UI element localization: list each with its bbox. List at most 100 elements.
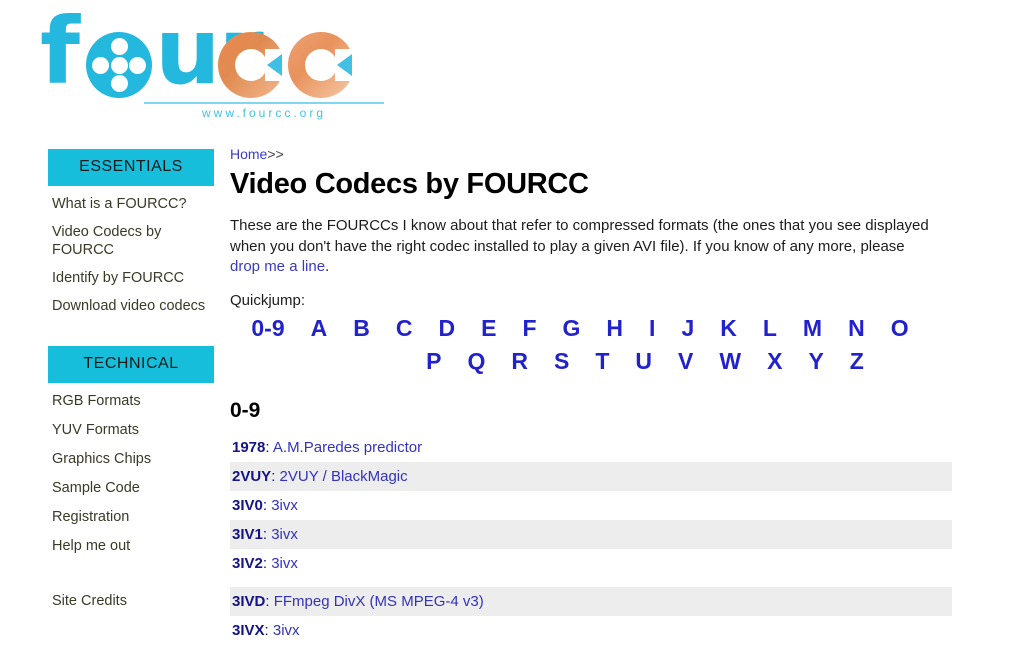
sidebar-item-download-video-codecs[interactable]: Download video codecs [48,292,214,320]
quickjump-label: Quickjump: [230,291,306,309]
quickjump-link-b[interactable]: B [353,315,370,342]
breadcrumb-home-link[interactable]: Home [230,146,267,162]
logo-url-text: www.fourcc.org [201,106,327,120]
codec-link: 3IVD: FFmpeg DivX (MS MPEG-4 v3) [232,593,484,610]
codec-row[interactable]: 3IV1: 3ivx [230,519,952,549]
codec-row[interactable]: 3IVD: FFmpeg DivX (MS MPEG-4 v3) [230,586,952,616]
codec-description: 3ivx [271,496,298,514]
quickjump-link-r[interactable]: R [511,348,528,375]
codec-description: FFmpeg DivX (MS MPEG-4 v3) [273,592,484,610]
codec-colon: : [271,467,280,485]
sidebar-item-rgb-formats[interactable]: RGB Formats [48,387,214,416]
logo-underline [144,102,384,104]
codec-colon: : [265,592,274,610]
codec-row[interactable]: 3IVX: 3ivx [230,616,952,645]
codec-colon: : [262,554,272,572]
codec-row[interactable]: 3IV0: 3ivx [230,491,952,520]
quickjump-link-y[interactable]: Y [808,348,823,375]
reel-hole-right [129,56,146,74]
sidebar-links-technical: RGB Formats YUV Formats Graphics Chips S… [48,383,214,616]
quickjump-link-q[interactable]: Q [467,348,485,375]
quickjump-link-v[interactable]: V [678,348,693,375]
quickjump-link-f[interactable]: F [522,315,536,342]
quickjump-link-a[interactable]: A [311,315,328,342]
reel-hole-center [110,56,128,74]
quickjump-link-j[interactable]: J [681,315,694,342]
codec-description: 3ivx [272,621,300,639]
film-reel-icon [86,32,152,98]
site-logo[interactable]: f ur www.fourcc.org [40,6,384,126]
quickjump-link-i[interactable]: I [649,315,655,342]
quickjump-link-t[interactable]: T [595,348,609,375]
quickjump-link-g[interactable]: G [563,315,581,342]
codec-list: 1978: A.M.Paredes predictor 2VUY: 2VUY /… [230,433,952,645]
codec-row[interactable]: 1978: A.M.Paredes predictor [230,433,952,462]
quickjump-link-x[interactable]: X [767,348,782,375]
quickjump-link-p[interactable]: P [426,348,441,375]
sidebar-item-help-me-out[interactable]: Help me out [48,532,214,561]
codec-code: 3IVX [232,621,265,639]
codec-code: 3IV2 [232,554,263,572]
codec-colon: : [262,496,272,514]
quickjump-link-n[interactable]: N [848,315,865,342]
intro-paragraph: These are the FOURCCs I know about that … [230,216,930,278]
codec-code: 3IVD [232,592,266,610]
codec-link: 1978: A.M.Paredes predictor [232,439,422,456]
quickjump-link-o[interactable]: O [891,315,909,342]
quickjump-link-u[interactable]: U [635,348,652,375]
intro-text-before: These are the FOURCCs I know about that … [230,217,929,255]
quickjump-link-s[interactable]: S [554,348,569,375]
quickjump-link-l[interactable]: L [763,315,777,342]
sidebar-section-technical: TECHNICAL RGB Formats YUV Formats Graphi… [48,346,214,616]
quickjump-link-e[interactable]: E [481,315,496,342]
sidebar-heading-essentials: ESSENTIALS [48,149,214,186]
sidebar-item-registration[interactable]: Registration [48,503,214,532]
reel-hole-left [92,56,109,74]
codec-code: 1978 [232,438,266,456]
logo-letter-c-second [288,32,355,98]
codec-colon: : [262,525,272,543]
codec-code: 3IV1 [232,525,263,543]
logo-wordmark: f ur [40,6,355,98]
codec-code: 2VUY [232,467,272,485]
quickjump-link-z[interactable]: Z [850,348,864,375]
sidebar-section-essentials: ESSENTIALS What is a FOURCC? Video Codec… [48,149,214,320]
drop-me-a-line-link[interactable]: drop me a line [230,258,325,275]
codec-description: A.M.Paredes predictor [272,438,423,456]
quickjump-link-0-9[interactable]: 0-9 [251,315,284,342]
sidebar-item-graphics-chips[interactable]: Graphics Chips [48,445,214,474]
codec-row[interactable]: 3IV2: 3ivx [230,549,952,578]
codec-row[interactable]: 2VUY: 2VUY / BlackMagic [230,461,952,491]
codec-colon: : [265,438,273,456]
quickjump-link-h[interactable]: H [606,315,623,342]
codec-description: 2VUY / BlackMagic [279,467,408,485]
codec-description: 3ivx [271,554,298,572]
sidebar-item-sample-code[interactable]: Sample Code [48,474,214,503]
codec-code: 3IV0 [232,496,263,514]
quickjump-link-k[interactable]: K [720,315,737,342]
sidebar-item-yuv-formats[interactable]: YUV Formats [48,416,214,445]
codec-colon: : [264,621,273,639]
sidebar-item-site-credits[interactable]: Site Credits [48,587,214,616]
quickjump-link-m[interactable]: M [803,315,822,342]
quickjump-link-d[interactable]: D [439,315,456,342]
breadcrumb-separator: >> [267,146,284,162]
codec-link: 3IVX: 3ivx [232,622,300,639]
sidebar-item-video-codecs-by-fourcc[interactable]: Video Codecs by FOURCC [48,218,214,264]
sidebar-item-identify-by-fourcc[interactable]: Identify by FOURCC [48,264,214,292]
sidebar: ESSENTIALS What is a FOURCC? Video Codec… [48,149,214,616]
logo-letter-c-first [218,32,285,98]
sidebar-item-what-is-a-fourcc[interactable]: What is a FOURCC? [48,190,214,218]
codec-link: 3IV2: 3ivx [232,555,298,572]
quickjump-link-w[interactable]: W [719,348,741,375]
breadcrumb: Home>> [230,146,960,162]
page-title: Video Codecs by FOURCC [230,168,589,200]
sidebar-links-essentials: What is a FOURCC? Video Codecs by FOURCC… [48,186,214,320]
logo-c-inner [235,49,267,81]
sidebar-heading-technical: TECHNICAL [48,346,214,383]
play-arrow-icon [267,54,282,76]
quickjump-link-c[interactable]: C [396,315,413,342]
reel-hole-bottom [110,75,128,92]
main-content: Home>> Video Codecs by FOURCC These are … [230,146,960,645]
